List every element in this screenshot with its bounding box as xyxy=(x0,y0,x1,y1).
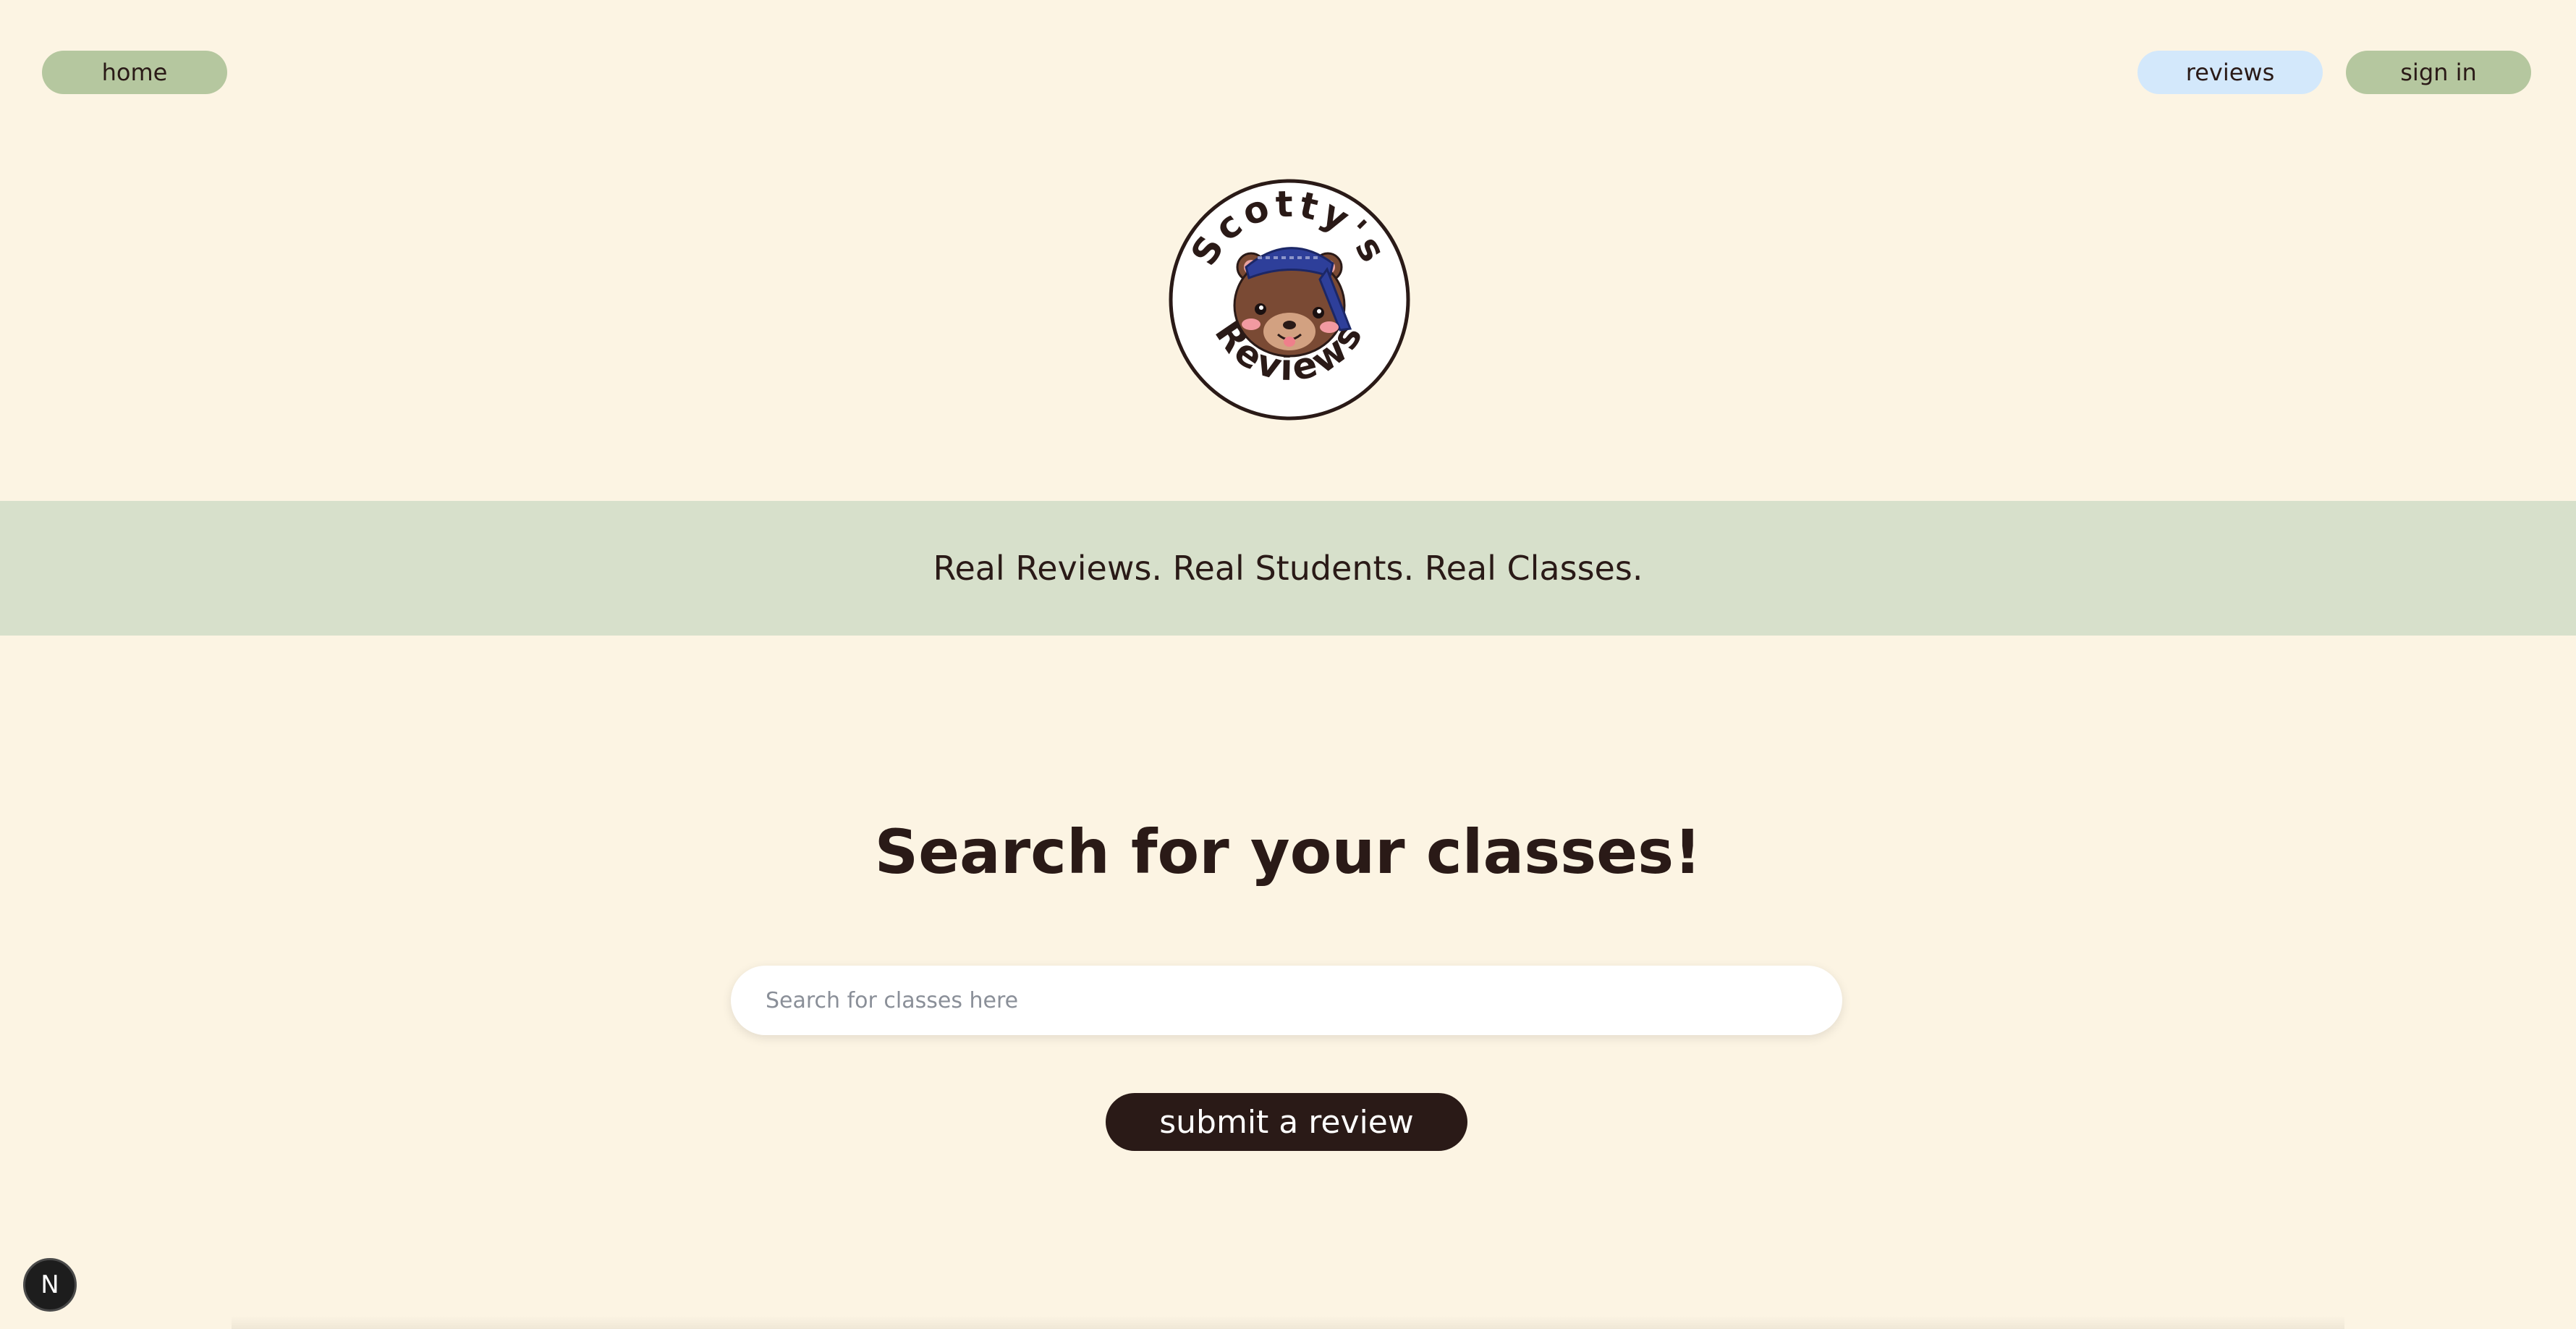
n-badge-icon[interactable]: N xyxy=(23,1258,77,1312)
home-button-label: home xyxy=(101,59,168,86)
home-button[interactable]: home xyxy=(42,51,227,94)
bottom-divider xyxy=(232,1316,2344,1329)
search-input[interactable] xyxy=(731,966,1842,1035)
tagline-banner: Real Reviews. Real Students. Real Classe… xyxy=(0,501,2576,636)
tagline: Real Reviews. Real Students. Real Classe… xyxy=(933,549,1643,588)
submit-review-label: submit a review xyxy=(1159,1103,1414,1141)
sign-in-button[interactable]: sign in xyxy=(2346,51,2531,94)
submit-review-button[interactable]: submit a review xyxy=(1106,1093,1467,1151)
reviews-button[interactable]: reviews xyxy=(2138,51,2323,94)
sign-in-button-label: sign in xyxy=(2400,59,2477,86)
logo: Scotty's Reviews xyxy=(1166,177,1412,423)
n-badge-letter: N xyxy=(41,1270,59,1299)
bear-mascot-icon: Scotty's Reviews xyxy=(1169,179,1410,421)
reviews-button-label: reviews xyxy=(2185,59,2275,86)
search-heading: Search for your classes! xyxy=(874,817,1702,887)
